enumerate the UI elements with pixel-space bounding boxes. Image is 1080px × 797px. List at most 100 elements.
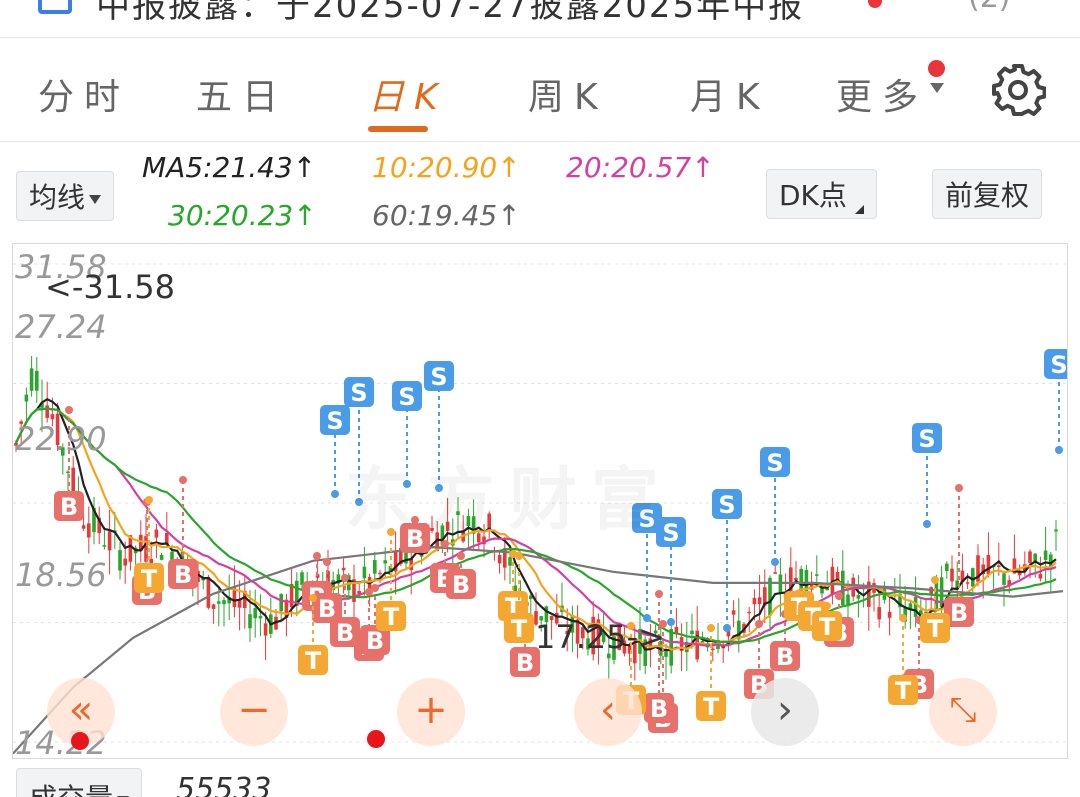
signal-dot	[371, 584, 379, 592]
candle-body	[50, 414, 55, 420]
signal-letter: B	[452, 571, 470, 599]
signal-letter: T	[819, 613, 836, 641]
indicator-select-label: 均线	[29, 181, 86, 214]
signal-dot	[309, 594, 317, 602]
indicator-select[interactable]: 均线	[16, 171, 115, 221]
candle-body	[856, 594, 861, 599]
candle-body	[35, 370, 39, 391]
signal-letter: B	[950, 599, 968, 627]
signal-dot	[145, 496, 153, 504]
candle-body	[118, 550, 122, 571]
candle-body	[815, 574, 819, 576]
candle-body	[258, 616, 263, 619]
signal-dot	[923, 520, 931, 528]
signal-letter: T	[511, 615, 528, 643]
candle-body	[123, 558, 127, 566]
candle-body	[877, 607, 881, 620]
candle-body	[383, 560, 387, 564]
candle-body	[799, 568, 803, 591]
dropdown-triangle-icon	[89, 194, 102, 204]
signal-dot	[457, 552, 465, 560]
tab-rik[interactable]: 日K	[368, 68, 448, 120]
corner-triangle-icon	[854, 205, 864, 214]
gear-icon[interactable]	[990, 62, 1046, 118]
candle-body	[378, 572, 382, 575]
notice-count: (2)	[968, 0, 1011, 15]
signal-dot	[823, 602, 831, 610]
zoom-in-button[interactable]: +	[397, 678, 465, 746]
prev-button[interactable]: ‹	[574, 678, 642, 746]
signal-letter: B	[516, 649, 534, 677]
candle-body	[71, 467, 75, 493]
signal-letter: B	[366, 627, 384, 655]
y-tick-label: 22.90	[15, 420, 107, 458]
volume-row: 成交量 55533	[0, 760, 1080, 797]
notice-text[interactable]: 中报披露：于2025-07-27披露2025年中报	[96, 0, 804, 27]
candle-body	[211, 604, 216, 609]
candle-body	[841, 570, 845, 606]
signal-letter: S	[1050, 351, 1067, 379]
candle-body	[206, 576, 211, 608]
signal-letter: S	[918, 425, 935, 453]
candle-body	[950, 568, 954, 582]
signal-dot	[931, 576, 939, 584]
tab-yuek[interactable]: 月K	[690, 68, 770, 120]
signal-dot	[755, 620, 763, 628]
signal-dot	[655, 590, 663, 598]
candle-body	[45, 405, 49, 418]
fullscreen-button[interactable]: ⤡	[929, 678, 997, 746]
candle-body	[773, 572, 777, 574]
document-icon	[38, 0, 72, 14]
candle-body	[279, 594, 283, 612]
signal-letter: B	[336, 619, 354, 647]
candle-body	[253, 608, 257, 619]
more-badge-dot	[928, 60, 945, 77]
zoom-out-button[interactable]: −	[220, 678, 288, 746]
tab-zhouk[interactable]: 周K	[528, 68, 608, 120]
signal-dot	[835, 592, 843, 600]
signal-dot	[515, 552, 523, 560]
candle-body	[700, 640, 705, 643]
tab-wuri[interactable]: 五日	[196, 68, 288, 120]
kline-chart[interactable]: SSSSSSSSSSBBBBBBBBBBBBBBBBBBBTTTTTTTTTTT…	[12, 243, 1068, 759]
volume-select[interactable]: 成交量	[16, 768, 143, 797]
tab-fenshi[interactable]: 分时	[38, 68, 130, 120]
signal-letter: T	[305, 647, 322, 675]
candle-body	[144, 536, 148, 562]
tab-more[interactable]: 更多	[836, 68, 928, 120]
candle-body	[913, 596, 918, 617]
signal-letter: T	[703, 693, 720, 721]
y-tick-label: 27.24	[15, 308, 107, 346]
signal-dot	[323, 558, 331, 566]
candle-body	[263, 623, 268, 636]
signal-letter: S	[766, 449, 783, 477]
candle-body	[1038, 573, 1043, 579]
candle-body	[752, 598, 757, 605]
candle-body	[731, 610, 736, 615]
signal-letter: B	[174, 561, 192, 589]
ma30-value: 30:20.23↑	[168, 199, 317, 232]
candle-body	[945, 563, 949, 572]
signal-letter: S	[350, 379, 367, 407]
signal-dot	[667, 618, 675, 626]
candle-body	[222, 600, 226, 605]
candle-body	[362, 566, 367, 579]
candle-body	[887, 611, 892, 618]
candle-body	[508, 557, 512, 566]
candle-body	[986, 554, 991, 575]
signal-dot	[313, 552, 321, 560]
next-button[interactable]: ›	[751, 678, 819, 746]
fq-button[interactable]: 前复权	[932, 169, 1043, 219]
notice-bar[interactable]: 中报披露：于2025-07-27披露2025年中报 (2)	[0, 0, 1080, 38]
ma20-value: 20:20.57↑	[566, 151, 715, 184]
signal-letter: S	[718, 491, 735, 519]
dk-select[interactable]: DK点	[766, 169, 877, 219]
indicator-dot	[71, 732, 89, 750]
ma-indicator-row: 均线 MA5:21.43↑ 10:20.90↑ 20:20.57↑ 30:20.…	[0, 143, 1080, 243]
signal-letter: T	[927, 615, 944, 643]
signal-letter: B	[650, 695, 668, 723]
candle-body	[711, 648, 715, 651]
signal-dot	[899, 614, 907, 622]
signal-letter: S	[326, 407, 343, 435]
ma60-value: 60:19.45↑	[372, 199, 521, 232]
